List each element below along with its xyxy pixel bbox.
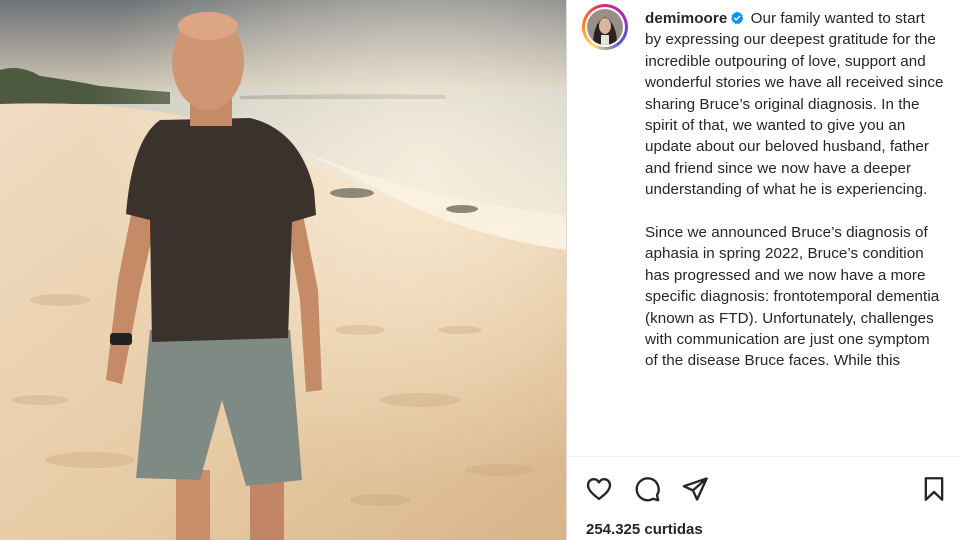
caption-paragraph-2: Since we announced Bruce’s diagnosis of … — [645, 222, 945, 372]
avatar-image — [585, 7, 625, 47]
username-link[interactable]: demimoore — [645, 10, 727, 27]
likes-count[interactable]: 254.325 curtidas — [586, 521, 703, 538]
caption-paragraph-1: demimoore Our family wanted to start by … — [645, 8, 945, 201]
verified-badge-icon — [731, 11, 744, 25]
heart-icon — [586, 478, 612, 501]
post-side-panel: demimoore Our family wanted to start by … — [567, 0, 960, 540]
paper-plane-icon — [682, 477, 708, 501]
avatar[interactable] — [582, 4, 628, 50]
post-photo[interactable] — [0, 0, 566, 540]
profile-picture — [587, 9, 623, 45]
bookmark-icon — [924, 477, 944, 501]
post-caption: demimoore Our family wanted to start by … — [645, 8, 945, 454]
like-button[interactable] — [584, 474, 614, 504]
caption-text-2: Since we announced Bruce’s diagnosis of … — [645, 224, 940, 370]
beach-photo-illustration — [0, 0, 566, 540]
save-button[interactable] — [919, 474, 949, 504]
post-actions-bar — [567, 470, 960, 506]
actions-divider — [567, 456, 960, 457]
comment-button[interactable] — [632, 474, 662, 504]
comment-icon — [635, 477, 660, 502]
caption-text-1: Our family wanted to start by expressing… — [645, 10, 944, 199]
share-button[interactable] — [680, 474, 710, 504]
